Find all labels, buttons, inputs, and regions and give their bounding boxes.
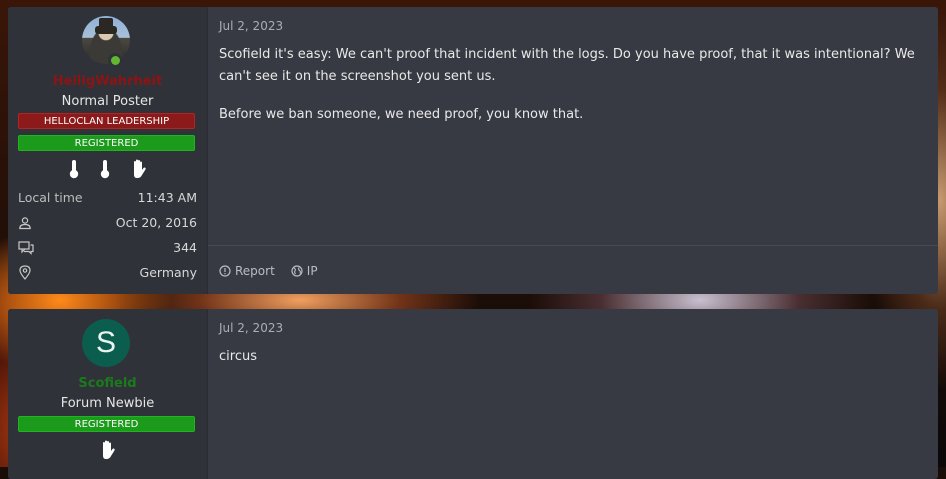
messages-icon — [18, 240, 34, 255]
ip-button[interactable]: IP — [291, 264, 318, 278]
post-footer: Report IP — [208, 245, 938, 294]
user-info-panel: S Scofield Forum Newbie REGISTERED — [8, 309, 208, 479]
report-button[interactable]: Report — [219, 264, 275, 278]
post-message-paragraph: circus — [219, 349, 257, 364]
online-status-icon — [108, 53, 122, 67]
thermometer-icon[interactable] — [68, 159, 80, 179]
ip-label: IP — [306, 264, 318, 278]
user-banner-leadership: HELLOCLAN LEADERSHIP — [18, 113, 195, 129]
local-time-value: 11:43 AM — [137, 190, 197, 205]
user-info-panel: HeiligWahrheit Normal Poster HELLOCLAN L… — [8, 7, 208, 294]
user-banner-registered: REGISTERED — [18, 416, 195, 432]
user-title: Forum Newbie — [60, 396, 155, 411]
user-banner-registered: REGISTERED — [18, 135, 195, 151]
user-avatar[interactable] — [82, 16, 130, 64]
post-main: Jul 2, 2023 circus — [208, 309, 938, 479]
post-message-paragraph: Scofield it's easy: We can't proof that … — [219, 47, 915, 84]
thermometer-icon[interactable] — [99, 159, 111, 179]
user-icon — [19, 216, 31, 229]
trophy-icons — [8, 159, 207, 179]
post-date[interactable]: Jul 2, 2023 — [219, 321, 283, 335]
post: S Scofield Forum Newbie REGISTERED Jul 2… — [8, 309, 938, 479]
report-label: Report — [235, 264, 275, 278]
post-main: Jul 2, 2023 Scofield it's easy: We can't… — [208, 7, 938, 294]
globe-icon — [291, 265, 303, 277]
stat-joined: Oct 20, 2016 — [18, 215, 197, 230]
location-pin-icon — [19, 265, 31, 280]
stat-location: Germany — [18, 265, 197, 280]
stat-local-time: Local time 11:43 AM — [18, 190, 197, 205]
user-avatar[interactable]: S — [82, 319, 130, 367]
message-count: 344 — [173, 240, 197, 255]
post-message-paragraph: Before we ban someone, we need proof, yo… — [219, 107, 584, 122]
username-link[interactable]: HeiligWahrheit — [8, 74, 207, 89]
username-link[interactable]: Scofield — [8, 376, 207, 391]
user-title: Normal Poster — [61, 94, 154, 109]
raised-hand-icon[interactable] — [99, 440, 117, 460]
post-date[interactable]: Jul 2, 2023 — [219, 19, 283, 33]
trophy-icons — [8, 440, 207, 460]
joined-date: Oct 20, 2016 — [115, 215, 197, 230]
local-time-label: Local time — [18, 190, 83, 205]
report-icon — [219, 265, 231, 277]
location-value[interactable]: Germany — [140, 265, 197, 280]
post: HeiligWahrheit Normal Poster HELLOCLAN L… — [8, 7, 938, 294]
stat-messages: 344 — [18, 240, 197, 255]
post-actions: Report IP — [219, 264, 318, 278]
raised-hand-icon[interactable] — [130, 159, 148, 179]
avatar-letter: S — [95, 326, 116, 359]
